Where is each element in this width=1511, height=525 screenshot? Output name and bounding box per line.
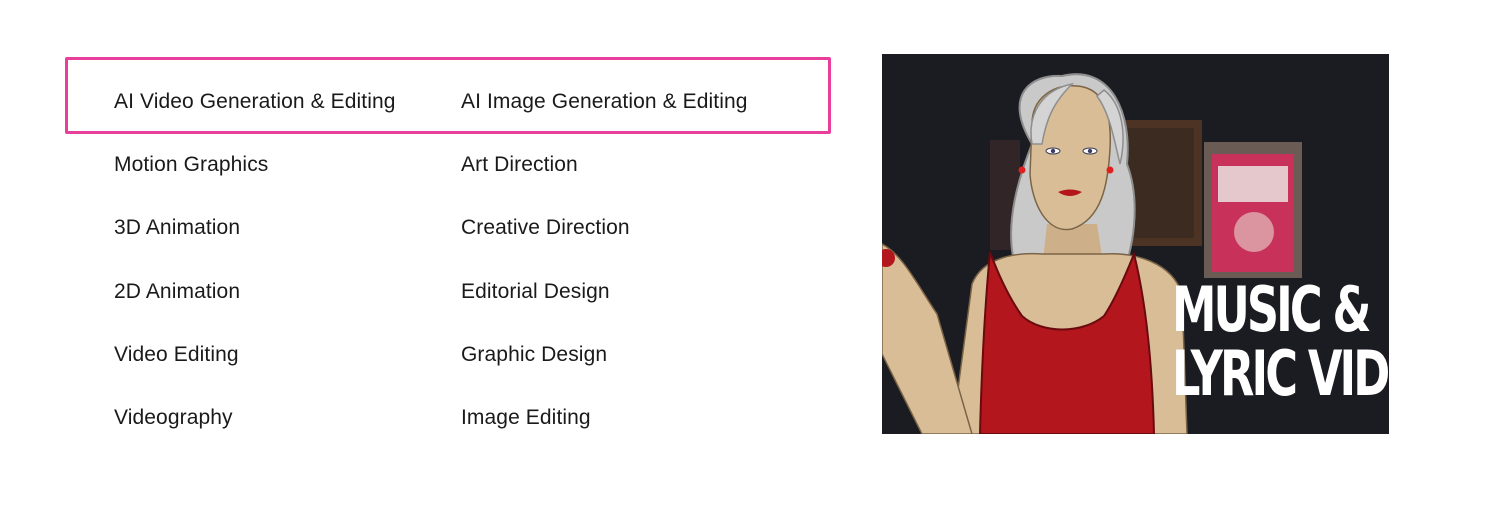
service-ai-video-generation-editing[interactable]: AI Video Generation & Editing bbox=[114, 89, 396, 115]
service-creative-direction[interactable]: Creative Direction bbox=[461, 215, 630, 241]
service-image-editing[interactable]: Image Editing bbox=[461, 405, 591, 431]
service-editorial-design[interactable]: Editorial Design bbox=[461, 279, 610, 305]
service-2d-animation[interactable]: 2D Animation bbox=[114, 279, 240, 305]
service-graphic-design[interactable]: Graphic Design bbox=[461, 342, 607, 368]
service-ai-image-generation-editing[interactable]: AI Image Generation & Editing bbox=[461, 89, 748, 115]
thumbnail-title: MUSIC & LYRIC VIDE bbox=[1172, 278, 1389, 406]
video-thumbnail[interactable]: MUSIC & LYRIC VIDE bbox=[882, 54, 1389, 434]
service-3d-animation[interactable]: 3D Animation bbox=[114, 215, 240, 241]
service-videography[interactable]: Videography bbox=[114, 405, 233, 431]
thumbnail-title-line-1: MUSIC & bbox=[1172, 273, 1371, 346]
thumbnail-title-line-2: LYRIC VIDE bbox=[1172, 337, 1389, 410]
service-motion-graphics[interactable]: Motion Graphics bbox=[114, 152, 268, 178]
service-video-editing[interactable]: Video Editing bbox=[114, 342, 239, 368]
service-art-direction[interactable]: Art Direction bbox=[461, 152, 578, 178]
services-list: AI Video Generation & Editing AI Image G… bbox=[0, 0, 860, 525]
